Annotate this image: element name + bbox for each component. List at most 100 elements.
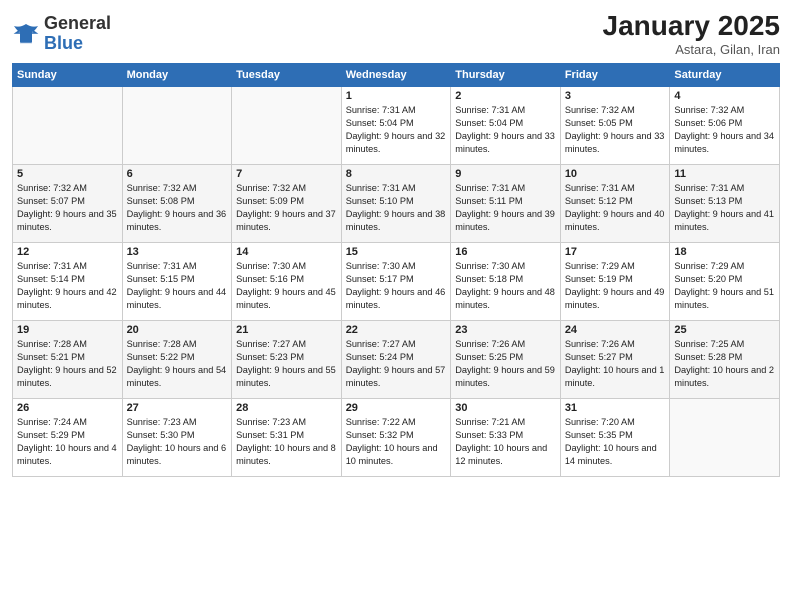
cell-content: Sunrise: 7:31 AM Sunset: 5:14 PM Dayligh… xyxy=(17,260,118,312)
day-number: 2 xyxy=(455,90,556,102)
day-number: 27 xyxy=(127,402,228,414)
day-number: 3 xyxy=(565,90,666,102)
header-row: SundayMondayTuesdayWednesdayThursdayFrid… xyxy=(13,64,780,87)
cell-content: Sunrise: 7:32 AM Sunset: 5:05 PM Dayligh… xyxy=(565,104,666,156)
calendar-cell: 5 Sunrise: 7:32 AM Sunset: 5:07 PM Daylig… xyxy=(13,165,123,243)
logo-text: General Blue xyxy=(44,14,111,54)
cell-content: Sunrise: 7:30 AM Sunset: 5:17 PM Dayligh… xyxy=(346,260,447,312)
calendar-cell: 30 Sunrise: 7:21 AM Sunset: 5:33 PM Dayli… xyxy=(451,399,561,477)
day-number: 28 xyxy=(236,402,337,414)
day-number: 12 xyxy=(17,246,118,258)
calendar-cell xyxy=(122,87,232,165)
day-number: 9 xyxy=(455,168,556,180)
cell-content: Sunrise: 7:28 AM Sunset: 5:21 PM Dayligh… xyxy=(17,338,118,390)
week-row-5: 26 Sunrise: 7:24 AM Sunset: 5:29 PM Dayli… xyxy=(13,399,780,477)
calendar-body: 1 Sunrise: 7:31 AM Sunset: 5:04 PM Daylig… xyxy=(13,87,780,477)
logo-blue-text: Blue xyxy=(44,33,83,53)
calendar-cell: 11 Sunrise: 7:31 AM Sunset: 5:13 PM Dayli… xyxy=(670,165,780,243)
cell-content: Sunrise: 7:32 AM Sunset: 5:09 PM Dayligh… xyxy=(236,182,337,234)
header-day-saturday: Saturday xyxy=(670,64,780,87)
day-number: 26 xyxy=(17,402,118,414)
header-day-thursday: Thursday xyxy=(451,64,561,87)
calendar-cell: 22 Sunrise: 7:27 AM Sunset: 5:24 PM Dayli… xyxy=(341,321,451,399)
calendar-cell: 24 Sunrise: 7:26 AM Sunset: 5:27 PM Dayli… xyxy=(560,321,670,399)
month-title: January 2025 xyxy=(603,10,780,42)
cell-content: Sunrise: 7:27 AM Sunset: 5:23 PM Dayligh… xyxy=(236,338,337,390)
day-number: 30 xyxy=(455,402,556,414)
day-number: 20 xyxy=(127,324,228,336)
day-number: 22 xyxy=(346,324,447,336)
location-text: Astara, Gilan, Iran xyxy=(603,42,780,57)
calendar-cell: 25 Sunrise: 7:25 AM Sunset: 5:28 PM Dayli… xyxy=(670,321,780,399)
day-number: 25 xyxy=(674,324,775,336)
day-number: 24 xyxy=(565,324,666,336)
day-number: 1 xyxy=(346,90,447,102)
calendar-cell: 19Sunrise: 7:28 AM Sunset: 5:21 PM Dayli… xyxy=(13,321,123,399)
day-number: 8 xyxy=(346,168,447,180)
day-number: 16 xyxy=(455,246,556,258)
cell-content: Sunrise: 7:26 AM Sunset: 5:25 PM Dayligh… xyxy=(455,338,556,390)
calendar-cell: 13 Sunrise: 7:31 AM Sunset: 5:15 PM Dayli… xyxy=(122,243,232,321)
day-number: 11 xyxy=(674,168,775,180)
header-day-friday: Friday xyxy=(560,64,670,87)
cell-content: Sunrise: 7:22 AM Sunset: 5:32 PM Dayligh… xyxy=(346,416,447,468)
calendar-cell: 21 Sunrise: 7:27 AM Sunset: 5:23 PM Dayli… xyxy=(232,321,342,399)
cell-content: Sunrise: 7:24 AM Sunset: 5:29 PM Dayligh… xyxy=(17,416,118,468)
calendar-cell: 16Sunrise: 7:30 AM Sunset: 5:18 PM Dayli… xyxy=(451,243,561,321)
calendar-cell: 10Sunrise: 7:31 AM Sunset: 5:12 PM Dayli… xyxy=(560,165,670,243)
cell-content: Sunrise: 7:31 AM Sunset: 5:10 PM Dayligh… xyxy=(346,182,447,234)
cell-content: Sunrise: 7:29 AM Sunset: 5:19 PM Dayligh… xyxy=(565,260,666,312)
day-number: 17 xyxy=(565,246,666,258)
page-header: General Blue January 2025 Astara, Gilan,… xyxy=(12,10,780,57)
day-number: 18 xyxy=(674,246,775,258)
header-day-sunday: Sunday xyxy=(13,64,123,87)
day-number: 15 xyxy=(346,246,447,258)
day-number: 21 xyxy=(236,324,337,336)
cell-content: Sunrise: 7:32 AM Sunset: 5:08 PM Dayligh… xyxy=(127,182,228,234)
calendar-cell xyxy=(13,87,123,165)
day-number: 6 xyxy=(127,168,228,180)
header-day-monday: Monday xyxy=(122,64,232,87)
calendar-cell: 2Sunrise: 7:31 AM Sunset: 5:04 PM Daylig… xyxy=(451,87,561,165)
calendar-cell: 31 Sunrise: 7:20 AM Sunset: 5:35 PM Dayli… xyxy=(560,399,670,477)
cell-content: Sunrise: 7:20 AM Sunset: 5:35 PM Dayligh… xyxy=(565,416,666,468)
cell-content: Sunrise: 7:31 AM Sunset: 5:15 PM Dayligh… xyxy=(127,260,228,312)
cell-content: Sunrise: 7:25 AM Sunset: 5:28 PM Dayligh… xyxy=(674,338,775,390)
calendar-cell: 29Sunrise: 7:22 AM Sunset: 5:32 PM Dayli… xyxy=(341,399,451,477)
calendar-cell: 17 Sunrise: 7:29 AM Sunset: 5:19 PM Dayli… xyxy=(560,243,670,321)
calendar-cell: 4Sunrise: 7:32 AM Sunset: 5:06 PM Daylig… xyxy=(670,87,780,165)
calendar-cell: 26 Sunrise: 7:24 AM Sunset: 5:29 PM Dayli… xyxy=(13,399,123,477)
day-number: 13 xyxy=(127,246,228,258)
cell-content: Sunrise: 7:28 AM Sunset: 5:22 PM Dayligh… xyxy=(127,338,228,390)
calendar-cell: 8 Sunrise: 7:31 AM Sunset: 5:10 PM Daylig… xyxy=(341,165,451,243)
calendar-cell: 18 Sunrise: 7:29 AM Sunset: 5:20 PM Dayli… xyxy=(670,243,780,321)
cell-content: Sunrise: 7:31 AM Sunset: 5:04 PM Dayligh… xyxy=(346,104,447,156)
cell-content: Sunrise: 7:30 AM Sunset: 5:16 PM Dayligh… xyxy=(236,260,337,312)
day-number: 5 xyxy=(17,168,118,180)
cell-content: Sunrise: 7:31 AM Sunset: 5:13 PM Dayligh… xyxy=(674,182,775,234)
cell-content: Sunrise: 7:21 AM Sunset: 5:33 PM Dayligh… xyxy=(455,416,556,468)
logo-general-text: General xyxy=(44,13,111,33)
logo-icon xyxy=(12,20,40,48)
day-number: 10 xyxy=(565,168,666,180)
calendar-header: SundayMondayTuesdayWednesdayThursdayFrid… xyxy=(13,64,780,87)
calendar-cell: 15 Sunrise: 7:30 AM Sunset: 5:17 PM Dayli… xyxy=(341,243,451,321)
week-row-4: 19Sunrise: 7:28 AM Sunset: 5:21 PM Dayli… xyxy=(13,321,780,399)
header-day-wednesday: Wednesday xyxy=(341,64,451,87)
calendar-cell: 6 Sunrise: 7:32 AM Sunset: 5:08 PM Daylig… xyxy=(122,165,232,243)
calendar-table: SundayMondayTuesdayWednesdayThursdayFrid… xyxy=(12,63,780,477)
title-block: January 2025 Astara, Gilan, Iran xyxy=(603,10,780,57)
calendar-cell: 27Sunrise: 7:23 AM Sunset: 5:30 PM Dayli… xyxy=(122,399,232,477)
calendar-cell: 7Sunrise: 7:32 AM Sunset: 5:09 PM Daylig… xyxy=(232,165,342,243)
cell-content: Sunrise: 7:27 AM Sunset: 5:24 PM Dayligh… xyxy=(346,338,447,390)
cell-content: Sunrise: 7:29 AM Sunset: 5:20 PM Dayligh… xyxy=(674,260,775,312)
header-day-tuesday: Tuesday xyxy=(232,64,342,87)
page-container: General Blue January 2025 Astara, Gilan,… xyxy=(0,0,792,487)
calendar-cell: 14 Sunrise: 7:30 AM Sunset: 5:16 PM Dayli… xyxy=(232,243,342,321)
day-number: 14 xyxy=(236,246,337,258)
week-row-2: 5 Sunrise: 7:32 AM Sunset: 5:07 PM Daylig… xyxy=(13,165,780,243)
cell-content: Sunrise: 7:26 AM Sunset: 5:27 PM Dayligh… xyxy=(565,338,666,390)
cell-content: Sunrise: 7:23 AM Sunset: 5:31 PM Dayligh… xyxy=(236,416,337,468)
day-number: 31 xyxy=(565,402,666,414)
cell-content: Sunrise: 7:32 AM Sunset: 5:07 PM Dayligh… xyxy=(17,182,118,234)
